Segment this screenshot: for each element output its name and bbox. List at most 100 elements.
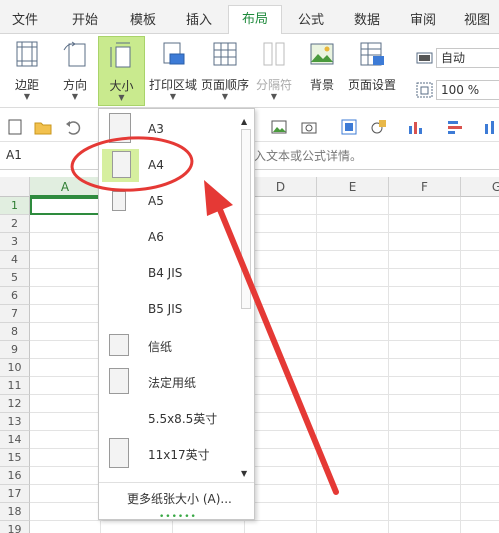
scale-icon — [416, 52, 433, 64]
ribbon-tab-bar: 文件 开始 模板 插入 布局 公式 数据 审阅 视图 — [0, 0, 499, 35]
name-box[interactable]: A1 — [6, 148, 22, 162]
background-button[interactable]: 背景 — [300, 36, 344, 106]
smartart-icon[interactable] — [370, 118, 388, 136]
scroll-up-icon[interactable]: ▲ — [241, 117, 247, 126]
margins-label: 边距 — [14, 78, 39, 92]
row-header[interactable]: 6 — [0, 287, 30, 305]
row-header[interactable]: 17 — [0, 485, 30, 503]
tab-insert[interactable]: 插入 — [174, 8, 224, 34]
paper-size-item-selected[interactable]: A4 — [99, 147, 237, 183]
page-size-dropdown[interactable]: A3 A4 A5 A6 B4 JIS B5 JIS 信纸 法定用纸 5.5x8.… — [98, 108, 255, 522]
row-header[interactable]: 7 — [0, 305, 30, 323]
chevron-down-icon: ▼ — [169, 92, 177, 101]
scroll-thumb[interactable] — [241, 129, 251, 309]
scale-auto-value[interactable]: 自动 — [436, 48, 499, 68]
page-setup-button[interactable]: 页面设置 — [346, 36, 398, 106]
row-header[interactable]: 15 — [0, 449, 30, 467]
paper-thumbnail-icon — [109, 334, 129, 356]
zoom-value[interactable]: 100 % — [436, 80, 499, 100]
resize-grip-icon[interactable]: •••••• — [159, 512, 197, 522]
margins-button[interactable]: 边距 ▼ — [2, 36, 52, 106]
paper-size-label: 5.5x8.5英寸 — [148, 412, 218, 426]
paper-size-label: A3 — [148, 122, 164, 136]
tab-data[interactable]: 数据 — [340, 8, 394, 34]
more-paper-sizes-button[interactable]: 更多纸张大小 (A)... — [99, 482, 254, 512]
paper-size-item[interactable]: A5 — [99, 183, 237, 219]
row-header[interactable]: 12 — [0, 395, 30, 413]
column-header[interactable]: D — [245, 177, 317, 197]
chevron-down-icon: ▼ — [118, 93, 125, 102]
column-header[interactable]: A — [30, 177, 101, 197]
paper-thumbnail-icon — [109, 113, 131, 143]
scroll-down-icon[interactable]: ▼ — [241, 469, 247, 478]
paper-size-label: A6 — [148, 230, 164, 244]
paper-size-item[interactable]: 法定用纸 — [99, 363, 237, 399]
row-header[interactable]: 18 — [0, 503, 30, 521]
row-header[interactable]: 3 — [0, 233, 30, 251]
row-header[interactable]: 10 — [0, 359, 30, 377]
tab-template[interactable]: 模板 — [118, 8, 168, 34]
paper-size-item[interactable]: A6 — [99, 219, 237, 255]
zoom-icon — [416, 82, 433, 98]
formula-hint[interactable]: 入文本或公式详情。 — [254, 147, 362, 164]
select-all-corner[interactable] — [0, 177, 30, 197]
tab-view[interactable]: 视图 — [452, 8, 499, 34]
bar-chart-icon[interactable] — [406, 118, 424, 136]
column-header[interactable]: G — [461, 177, 499, 197]
horizontal-bar-chart-icon[interactable] — [446, 118, 464, 136]
paper-size-label: 法定用纸 — [148, 376, 197, 390]
undo-icon[interactable] — [64, 118, 82, 136]
page-order-button[interactable]: 页面顺序 ▼ — [199, 36, 251, 106]
active-cell-a1[interactable] — [30, 197, 101, 215]
paper-size-item[interactable]: A3 — [99, 111, 237, 147]
chevron-down-icon: ▼ — [71, 92, 79, 101]
column-header[interactable]: F — [389, 177, 461, 197]
screenshot-icon[interactable] — [300, 118, 318, 136]
paper-thumbnail-icon — [112, 191, 126, 211]
open-folder-icon[interactable] — [34, 118, 52, 136]
print-area-button[interactable]: 打印区域 ▼ — [147, 36, 199, 106]
picture-icon[interactable] — [270, 118, 288, 136]
row-header[interactable]: 4 — [0, 251, 30, 269]
page-setup-icon — [360, 42, 384, 66]
column-header[interactable]: E — [317, 177, 389, 197]
new-file-icon[interactable] — [6, 118, 24, 136]
tab-layout[interactable]: 布局 — [228, 5, 282, 35]
paper-size-item[interactable]: B4 JIS — [99, 255, 237, 291]
tab-file[interactable]: 文件 — [2, 8, 48, 34]
separator-button[interactable]: 分隔符 ▼ — [252, 36, 296, 106]
column-chart-icon[interactable] — [482, 118, 499, 136]
paper-size-item[interactable]: 信纸 — [99, 327, 237, 363]
chevron-down-icon: ▼ — [23, 92, 31, 101]
row-header[interactable]: 1 — [0, 197, 30, 215]
paper-size-item[interactable]: B5 JIS — [99, 291, 237, 327]
row-header[interactable]: 5 — [0, 269, 30, 287]
paper-thumbnail-icon — [109, 368, 129, 394]
page-size-label: 大小 — [109, 79, 134, 93]
shapes-icon[interactable] — [340, 118, 358, 136]
row-header[interactable]: 13 — [0, 413, 30, 431]
orientation-button[interactable]: 方向 ▼ — [52, 36, 98, 106]
paper-size-label: A4 — [148, 158, 164, 172]
paper-thumbnail-icon — [109, 438, 129, 468]
page-setup-label: 页面设置 — [347, 78, 396, 92]
separator-icon — [263, 42, 285, 66]
row-header[interactable]: 2 — [0, 215, 30, 233]
row-header[interactable]: 9 — [0, 341, 30, 359]
page-size-button[interactable]: 大小 ▼ — [98, 36, 145, 106]
orientation-label: 方向 — [62, 78, 87, 92]
tab-formula[interactable]: 公式 — [286, 8, 336, 34]
row-header[interactable]: 8 — [0, 323, 30, 341]
tab-review[interactable]: 审阅 — [398, 8, 448, 34]
background-image-icon — [310, 43, 334, 65]
row-header[interactable]: 19 — [0, 521, 30, 533]
dropdown-scrollbar[interactable]: ▲ ▼ — [238, 117, 253, 482]
paper-size-item[interactable]: 5.5x8.5英寸 — [99, 399, 237, 435]
paper-size-item[interactable]: 11x17英寸 — [99, 435, 237, 471]
paper-size-label: B4 JIS — [148, 266, 183, 280]
row-header[interactable]: 14 — [0, 431, 30, 449]
tab-home[interactable]: 开始 — [60, 8, 110, 34]
orientation-icon — [63, 41, 86, 67]
row-header[interactable]: 16 — [0, 467, 30, 485]
row-header[interactable]: 11 — [0, 377, 30, 395]
